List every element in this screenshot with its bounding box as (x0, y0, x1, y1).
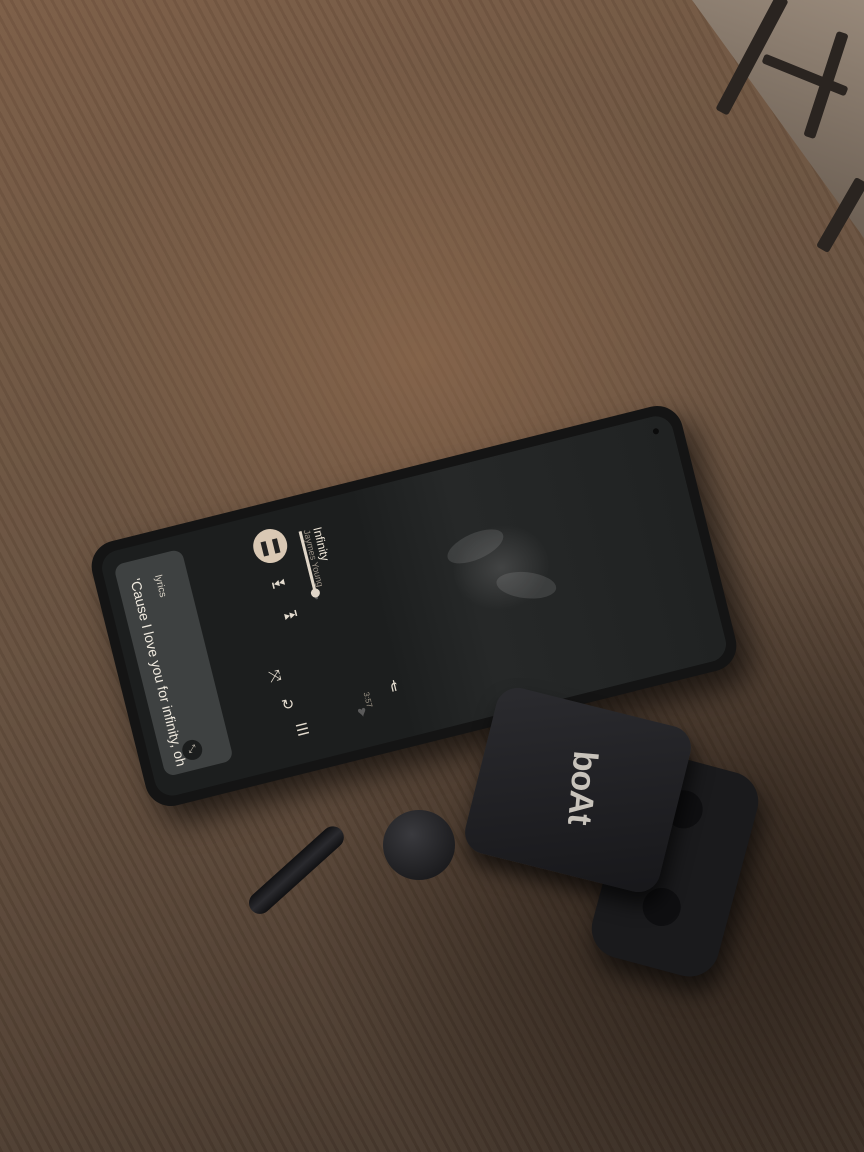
lyrics-label: lyrics (152, 573, 169, 599)
seek-handle[interactable] (309, 587, 321, 599)
queue-icon[interactable]: ☰ (291, 718, 315, 740)
album-art-hand (495, 569, 558, 602)
repeat-icon[interactable]: ↻ (276, 693, 300, 715)
album-art-hand (442, 522, 509, 571)
shuffle-icon[interactable]: ⤨ (263, 666, 287, 687)
lyrics-line: 'Cause I love you for infinity, oh (127, 576, 190, 768)
next-icon[interactable]: ⏭ (279, 604, 303, 625)
previous-icon[interactable]: ⏮ (267, 574, 291, 595)
heart-icon[interactable]: ♥ (350, 702, 374, 723)
earbud (383, 810, 455, 880)
pause-icon[interactable]: ❚❚ (249, 525, 291, 567)
brand-logo: boAt (560, 749, 605, 826)
